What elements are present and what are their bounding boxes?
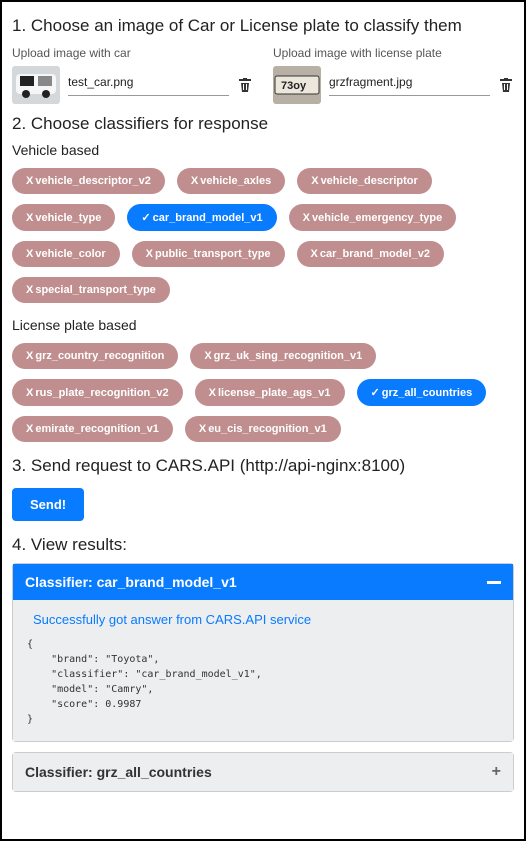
chip-label: vehicle_type (35, 212, 101, 224)
vehicle-chip-vehicle_descriptor[interactable]: Xvehicle_descriptor (297, 168, 432, 194)
car-file-row: test_car.png (12, 66, 253, 104)
vehicle-chip-public_transport_type[interactable]: Xpublic_transport_type (132, 241, 285, 267)
car-thumb (12, 66, 60, 104)
lp-chip-eu_cis_recognition_v1[interactable]: Xeu_cis_recognition_v1 (185, 416, 341, 442)
x-icon: X (146, 248, 153, 260)
lp-group-label: License plate based (12, 317, 514, 333)
car-delete-icon[interactable] (237, 77, 253, 93)
result-1-accordion: Classifier: car_brand_model_v1 Successfu… (12, 563, 514, 742)
x-icon: X (311, 175, 318, 187)
chip-label: public_transport_type (155, 248, 271, 260)
car-upload-col: Upload image with car test_car.png (12, 44, 253, 104)
x-icon: X (26, 248, 33, 260)
chip-label: rus_plate_recognition_v2 (35, 387, 168, 399)
check-icon: ✓ (141, 211, 150, 224)
vehicle-chip-vehicle_type[interactable]: Xvehicle_type (12, 204, 115, 231)
plate-upload-col: Upload image with license plate 73oy grz… (273, 44, 514, 104)
chip-label: vehicle_axles (200, 175, 271, 187)
vehicle-chip-group: Xvehicle_descriptor_v2Xvehicle_axlesXveh… (12, 168, 514, 303)
section-1-title: 1. Choose an image of Car or License pla… (12, 16, 514, 36)
plate-thumb: 73oy (273, 66, 321, 104)
lp-chip-rus_plate_recognition_v2[interactable]: Xrus_plate_recognition_v2 (12, 379, 183, 406)
lp-chip-grz_all_countries[interactable]: ✓grz_all_countries (357, 379, 487, 406)
vehicle-chip-special_transport_type[interactable]: Xspecial_transport_type (12, 277, 170, 303)
x-icon: X (26, 387, 33, 399)
car-file-name: test_car.png (68, 75, 229, 96)
lp-chip-license_plate_ags_v1[interactable]: Xlicense_plate_ags_v1 (195, 379, 345, 406)
result-1-header[interactable]: Classifier: car_brand_model_v1 (13, 564, 513, 600)
chip-label: vehicle_descriptor (321, 175, 418, 187)
chip-label: grz_country_recognition (35, 350, 164, 362)
vehicle-group-label: Vehicle based (12, 142, 514, 158)
x-icon: X (26, 350, 33, 362)
chip-label: car_brand_model_v1 (153, 212, 263, 224)
plate-delete-icon[interactable] (498, 77, 514, 93)
x-icon: X (26, 212, 33, 224)
check-icon: ✓ (371, 386, 380, 399)
send-button[interactable]: Send! (12, 488, 84, 521)
vehicle-chip-vehicle_axles[interactable]: Xvehicle_axles (177, 168, 285, 194)
result-2-accordion: Classifier: grz_all_countries + (12, 752, 514, 792)
upload-row: Upload image with car test_car.png Uploa… (12, 44, 514, 104)
chip-label: vehicle_emergency_type (312, 212, 442, 224)
svg-text:73oy: 73oy (281, 80, 307, 92)
expand-icon: + (492, 763, 501, 781)
result-1-success-msg: Successfully got answer from CARS.API se… (33, 612, 499, 627)
vehicle-chip-vehicle_emergency_type[interactable]: Xvehicle_emergency_type (289, 204, 457, 231)
chip-label: grz_all_countries (382, 387, 472, 399)
chip-label: grz_uk_sing_recognition_v1 (214, 350, 363, 362)
x-icon: X (303, 212, 310, 224)
x-icon: X (191, 175, 198, 187)
result-2-title: Classifier: grz_all_countries (25, 764, 212, 780)
lp-chip-grz_country_recognition[interactable]: Xgrz_country_recognition (12, 343, 178, 369)
result-1-title: Classifier: car_brand_model_v1 (25, 574, 237, 590)
vehicle-chip-vehicle_color[interactable]: Xvehicle_color (12, 241, 120, 267)
plate-file-name: grzfragment.jpg (329, 75, 490, 96)
x-icon: X (26, 175, 33, 187)
lp-chip-group: Xgrz_country_recognitionXgrz_uk_sing_rec… (12, 343, 514, 442)
result-1-json: { "brand": "Toyota", "classifier": "car_… (27, 637, 499, 727)
vehicle-chip-vehicle_descriptor_v2[interactable]: Xvehicle_descriptor_v2 (12, 168, 165, 194)
vehicle-chip-car_brand_model_v1[interactable]: ✓car_brand_model_v1 (127, 204, 276, 231)
section-3-title: 3. Send request to CARS.API (http://api-… (12, 456, 514, 476)
plate-upload-label: Upload image with license plate (273, 46, 514, 60)
section-2-title: 2. Choose classifiers for response (12, 114, 514, 134)
lp-chip-emirate_recognition_v1[interactable]: Xemirate_recognition_v1 (12, 416, 173, 442)
lp-chip-grz_uk_sing_recognition_v1[interactable]: Xgrz_uk_sing_recognition_v1 (190, 343, 376, 369)
chip-label: license_plate_ags_v1 (218, 387, 331, 399)
plate-file-row: 73oy grzfragment.jpg (273, 66, 514, 104)
collapse-icon (487, 581, 501, 584)
chip-label: vehicle_color (35, 248, 105, 260)
x-icon: X (199, 423, 206, 435)
chip-label: special_transport_type (35, 284, 155, 296)
x-icon: X (204, 350, 211, 362)
x-icon: X (26, 284, 33, 296)
chip-label: car_brand_model_v2 (320, 248, 430, 260)
result-1-body: Successfully got answer from CARS.API se… (13, 600, 513, 741)
chip-label: eu_cis_recognition_v1 (208, 423, 327, 435)
x-icon: X (209, 387, 216, 399)
section-4-title: 4. View results: (12, 535, 514, 555)
vehicle-chip-car_brand_model_v2[interactable]: Xcar_brand_model_v2 (297, 241, 444, 267)
chip-label: vehicle_descriptor_v2 (35, 175, 151, 187)
x-icon: X (26, 423, 33, 435)
x-icon: X (311, 248, 318, 260)
car-upload-label: Upload image with car (12, 46, 253, 60)
result-2-header[interactable]: Classifier: grz_all_countries + (13, 753, 513, 791)
chip-label: emirate_recognition_v1 (35, 423, 159, 435)
